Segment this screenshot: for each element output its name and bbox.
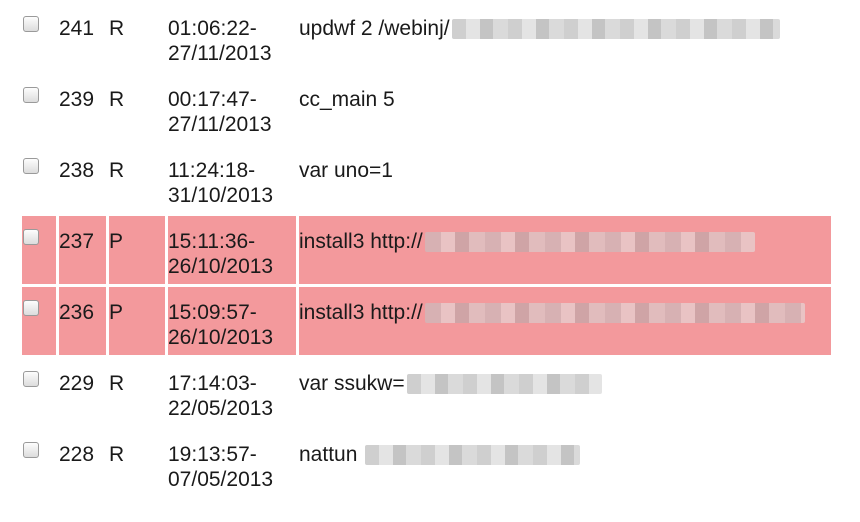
command-id: 237 bbox=[59, 216, 106, 284]
row-select-cell bbox=[22, 429, 56, 497]
row-checkbox[interactable] bbox=[23, 158, 39, 174]
table-row-highlighted: 236 P 15:09:57- 26/10/2013 install3 http:… bbox=[22, 287, 831, 355]
command-text: install3 http:// bbox=[299, 301, 423, 324]
command-datetime: 01:06:22- 27/11/2013 bbox=[168, 3, 296, 71]
row-select-cell bbox=[22, 358, 56, 426]
command-status: P bbox=[109, 216, 165, 284]
command-cell: var ssukw= bbox=[299, 358, 831, 426]
row-checkbox[interactable] bbox=[23, 87, 39, 103]
command-text: updwf 2 /webinj/ bbox=[299, 17, 450, 40]
command-datetime: 11:24:18- 31/10/2013 bbox=[168, 145, 296, 213]
command-cell: updwf 2 /webinj/ bbox=[299, 3, 831, 71]
command-status: R bbox=[109, 159, 125, 182]
command-cell: var uno=1 bbox=[299, 145, 831, 213]
command-time: 15:11:36- bbox=[168, 230, 256, 253]
command-id: 241 bbox=[59, 17, 95, 40]
command-date: 27/11/2013 bbox=[168, 113, 272, 136]
table-row: 241 R 01:06:22- 27/11/2013 updwf 2 /webin… bbox=[22, 3, 831, 71]
command-date: 07/05/2013 bbox=[168, 468, 274, 491]
row-select-cell bbox=[22, 74, 56, 142]
command-datetime: 15:11:36- 26/10/2013 bbox=[168, 216, 296, 284]
row-checkbox[interactable] bbox=[23, 229, 39, 245]
redacted-block bbox=[406, 374, 602, 394]
command-text: var ssukw= bbox=[299, 372, 405, 395]
command-status: P bbox=[109, 287, 165, 355]
commands-table: 241 R 01:06:22- 27/11/2013 updwf 2 /webin… bbox=[19, 0, 834, 500]
command-date: 26/10/2013 bbox=[168, 326, 274, 349]
command-cell: install3 http:// bbox=[299, 287, 831, 355]
command-time: 11:24:18- bbox=[168, 159, 256, 182]
redacted-block bbox=[424, 232, 755, 252]
command-cell: nattun bbox=[299, 429, 831, 497]
row-select-cell bbox=[22, 145, 56, 213]
command-time: 00:17:47- bbox=[168, 88, 257, 111]
command-date: 27/11/2013 bbox=[168, 42, 272, 65]
redacted-block bbox=[451, 19, 780, 39]
command-status: R bbox=[109, 88, 125, 111]
command-datetime: 00:17:47- 27/11/2013 bbox=[168, 74, 296, 142]
command-status: R bbox=[109, 17, 125, 40]
command-time: 17:14:03- bbox=[168, 372, 257, 395]
row-checkbox[interactable] bbox=[23, 371, 39, 387]
row-checkbox[interactable] bbox=[23, 300, 39, 316]
command-id: 239 bbox=[59, 88, 95, 111]
table-row: 238 R 11:24:18- 31/10/2013 var uno=1 bbox=[22, 145, 831, 213]
command-date: 31/10/2013 bbox=[168, 184, 274, 207]
command-time: 15:09:57- bbox=[168, 301, 257, 324]
row-checkbox[interactable] bbox=[23, 442, 39, 458]
table-row-highlighted: 237 P 15:11:36- 26/10/2013 install3 http:… bbox=[22, 216, 831, 284]
command-text: cc_main 5 bbox=[299, 88, 395, 111]
row-select-cell bbox=[22, 287, 56, 355]
command-text: var uno=1 bbox=[299, 159, 393, 182]
table-row: 229 R 17:14:03- 22/05/2013 var ssukw= bbox=[22, 358, 831, 426]
command-text: nattun bbox=[299, 443, 358, 466]
command-id: 228 bbox=[59, 443, 95, 466]
command-datetime: 17:14:03- 22/05/2013 bbox=[168, 358, 296, 426]
command-id: 238 bbox=[59, 159, 95, 182]
command-date: 22/05/2013 bbox=[168, 397, 274, 420]
command-date: 26/10/2013 bbox=[168, 255, 274, 278]
command-cell: cc_main 5 bbox=[299, 74, 831, 142]
command-datetime: 19:13:57- 07/05/2013 bbox=[168, 429, 296, 497]
command-datetime: 15:09:57- 26/10/2013 bbox=[168, 287, 296, 355]
command-time: 19:13:57- bbox=[168, 443, 257, 466]
row-checkbox[interactable] bbox=[23, 16, 39, 32]
row-select-cell bbox=[22, 216, 56, 284]
table-row: 228 R 19:13:57- 07/05/2013 nattun bbox=[22, 429, 831, 497]
command-time: 01:06:22- bbox=[168, 17, 257, 40]
command-id: 236 bbox=[59, 287, 106, 355]
command-text: install3 http:// bbox=[299, 230, 423, 253]
command-status: R bbox=[109, 443, 125, 466]
command-cell: install3 http:// bbox=[299, 216, 831, 284]
command-status: R bbox=[109, 372, 125, 395]
command-id: 229 bbox=[59, 372, 95, 395]
redacted-block bbox=[365, 445, 581, 465]
table-row: 239 R 00:17:47- 27/11/2013 cc_main 5 bbox=[22, 74, 831, 142]
redacted-block bbox=[424, 303, 805, 323]
row-select-cell bbox=[22, 3, 56, 71]
